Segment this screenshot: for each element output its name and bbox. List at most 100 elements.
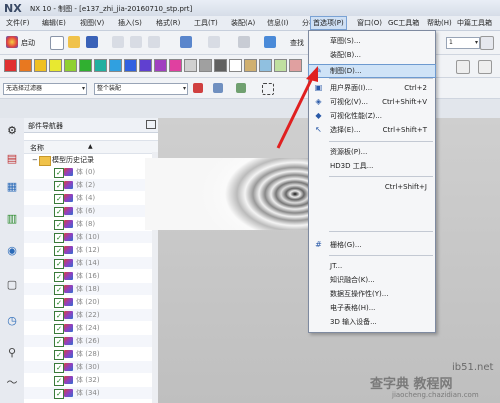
color-swatch[interactable] xyxy=(79,59,92,72)
preferences-menu-item[interactable]: 3D 输入设备... xyxy=(309,316,435,328)
color-swatch[interactable] xyxy=(214,59,227,72)
visibility-checkbox[interactable]: ✓ xyxy=(54,311,64,321)
save-icon[interactable] xyxy=(86,36,98,48)
collapse-icon[interactable]: − xyxy=(32,154,38,166)
color-swatch[interactable] xyxy=(94,59,107,72)
redo-icon[interactable] xyxy=(208,36,220,48)
paste-icon[interactable] xyxy=(148,36,160,48)
visibility-checkbox[interactable]: ✓ xyxy=(54,324,64,334)
tree-row[interactable]: ✓ 体 (6) xyxy=(24,205,158,217)
tree-row[interactable]: ✓ 体 (0) xyxy=(24,166,158,178)
visibility-checkbox[interactable]: ✓ xyxy=(54,181,64,191)
select-icon[interactable] xyxy=(236,83,246,93)
preferences-menu-item[interactable]: Ctrl+Shift+J xyxy=(309,181,435,193)
tree-row[interactable]: ✓ 体 (20) xyxy=(24,296,158,308)
start-label[interactable]: 启动 xyxy=(21,38,35,48)
tree-row[interactable]: ✓ 体 (22) xyxy=(24,309,158,321)
page-number-combo[interactable]: 1 ▾ xyxy=(446,37,480,49)
start-icon[interactable] xyxy=(6,36,18,48)
assembly-navigator-icon[interactable]: ▤ xyxy=(5,152,19,166)
tree-row[interactable]: ✓ 体 (34) xyxy=(24,387,158,399)
color-swatch[interactable] xyxy=(139,59,152,72)
visibility-checkbox[interactable]: ✓ xyxy=(54,233,64,243)
tree-row[interactable]: ✓ 体 (30) xyxy=(24,361,158,373)
visibility-checkbox[interactable]: ✓ xyxy=(54,259,64,269)
visibility-checkbox[interactable]: ✓ xyxy=(54,246,64,256)
visibility-checkbox[interactable]: ✓ xyxy=(54,350,64,360)
tree-row[interactable]: ✓ 体 (18) xyxy=(24,283,158,295)
color-swatch[interactable] xyxy=(154,59,167,72)
preferences-menu-item[interactable]: 资源板(P)... xyxy=(309,146,435,158)
search-label[interactable]: 查找 xyxy=(290,38,304,48)
edit-icon[interactable] xyxy=(478,60,492,74)
tree-row[interactable]: ✓ 体 (32) xyxy=(24,374,158,386)
open-folder-icon[interactable] xyxy=(68,36,80,48)
reuse-library-icon[interactable]: ▥ xyxy=(5,212,19,226)
color-swatch[interactable] xyxy=(259,59,272,72)
tree-row[interactable]: ✓ 体 (28) xyxy=(24,348,158,360)
cut-icon[interactable] xyxy=(112,36,124,48)
visibility-checkbox[interactable]: ✓ xyxy=(54,285,64,295)
menu-file[interactable]: 文件(F) xyxy=(4,17,32,29)
menu-view[interactable]: 视图(V) xyxy=(78,17,106,29)
tree-row[interactable]: ✓ 体 (26) xyxy=(24,335,158,347)
system-materials-icon[interactable]: 〜 xyxy=(5,376,19,390)
preferences-menu-item[interactable]: ↖ 选择(E)... Ctrl+Shift+T xyxy=(309,124,435,136)
tree-row[interactable]: ✓ 体 (2) xyxy=(24,179,158,191)
preferences-menu-item[interactable]: ◆ 可视化性能(Z)... xyxy=(309,110,435,122)
color-swatch[interactable] xyxy=(64,59,77,72)
preferences-menu-item[interactable]: ▣ 用户界面(I)... Ctrl+2 xyxy=(309,82,435,94)
tool-icon[interactable] xyxy=(238,36,250,48)
snap-icon[interactable] xyxy=(193,83,203,93)
gear-icon[interactable]: ⚙ xyxy=(5,124,19,138)
assembly-scope-combo[interactable]: 整个装配 ▾ xyxy=(94,83,188,95)
menu-window[interactable]: 窗口(O) xyxy=(355,17,384,29)
tree-root-row[interactable]: − 模型历史记录 xyxy=(24,154,158,166)
color-swatch[interactable] xyxy=(169,59,182,72)
tree-row[interactable]: ✓ 体 (12) xyxy=(24,244,158,256)
preferences-menu-item[interactable]: ◈ 可视化(V)... Ctrl+Shift+V xyxy=(309,96,435,108)
color-swatch[interactable] xyxy=(34,59,47,72)
history-icon[interactable]: ▢ xyxy=(5,278,19,292)
menu-edit[interactable]: 编辑(E) xyxy=(40,17,68,29)
preferences-menu-item[interactable]: ✎ 制图(D)... xyxy=(308,64,436,78)
menu-gc-toolbox[interactable]: GC工具箱 xyxy=(386,17,421,29)
color-swatch[interactable] xyxy=(184,59,197,72)
menu-insert[interactable]: 插入(S) xyxy=(116,17,144,29)
tree-row[interactable]: ✓ 体 (8) xyxy=(24,218,158,230)
web-browser-icon[interactable]: ◉ xyxy=(5,244,19,258)
cross-icon[interactable] xyxy=(456,60,470,74)
role-icon[interactable]: ⚲ xyxy=(5,346,19,360)
visibility-checkbox[interactable]: ✓ xyxy=(54,168,64,178)
sort-arrow-icon[interactable]: ▲ xyxy=(88,143,93,150)
preferences-menu-item[interactable]: 装配(B)... xyxy=(309,49,435,61)
menu-zhongpian-toolbox[interactable]: 中篇工具箱 xyxy=(455,17,494,29)
preferences-menu-item[interactable]: 电子表格(H)... xyxy=(309,302,435,314)
color-swatch[interactable] xyxy=(229,59,242,72)
visibility-checkbox[interactable]: ✓ xyxy=(54,207,64,217)
part-navigator-icon[interactable]: ▦ xyxy=(5,180,19,194)
visibility-checkbox[interactable]: ✓ xyxy=(54,298,64,308)
maximize-icon[interactable] xyxy=(146,120,156,129)
color-swatch[interactable] xyxy=(109,59,122,72)
snap-point-icon[interactable] xyxy=(213,83,223,93)
menu-tools[interactable]: 工具(T) xyxy=(192,17,220,29)
color-swatch[interactable] xyxy=(274,59,287,72)
visibility-checkbox[interactable]: ✓ xyxy=(54,194,64,204)
navigator-column-header[interactable]: 名称 ▲ xyxy=(24,140,158,154)
copy-icon[interactable] xyxy=(130,36,142,48)
menu-preferences[interactable]: 首选项(P) xyxy=(310,16,347,30)
color-swatch[interactable] xyxy=(49,59,62,72)
tree-row[interactable]: ✓ 体 (4) xyxy=(24,192,158,204)
menu-assembly[interactable]: 装配(A) xyxy=(229,17,257,29)
clock-icon[interactable]: ◷ xyxy=(5,314,19,328)
menu-format[interactable]: 格式(R) xyxy=(154,17,182,29)
preferences-menu-item[interactable]: HD3D 工具... xyxy=(309,160,435,172)
rectangle-select-icon[interactable] xyxy=(262,83,274,95)
color-swatch[interactable] xyxy=(199,59,212,72)
menu-help[interactable]: 帮助(H) xyxy=(425,17,454,29)
color-swatch[interactable] xyxy=(244,59,257,72)
tree-row[interactable]: ✓ 体 (10) xyxy=(24,231,158,243)
color-swatch[interactable] xyxy=(19,59,32,72)
preferences-menu-item[interactable]: # 栅格(G)... xyxy=(309,239,435,251)
